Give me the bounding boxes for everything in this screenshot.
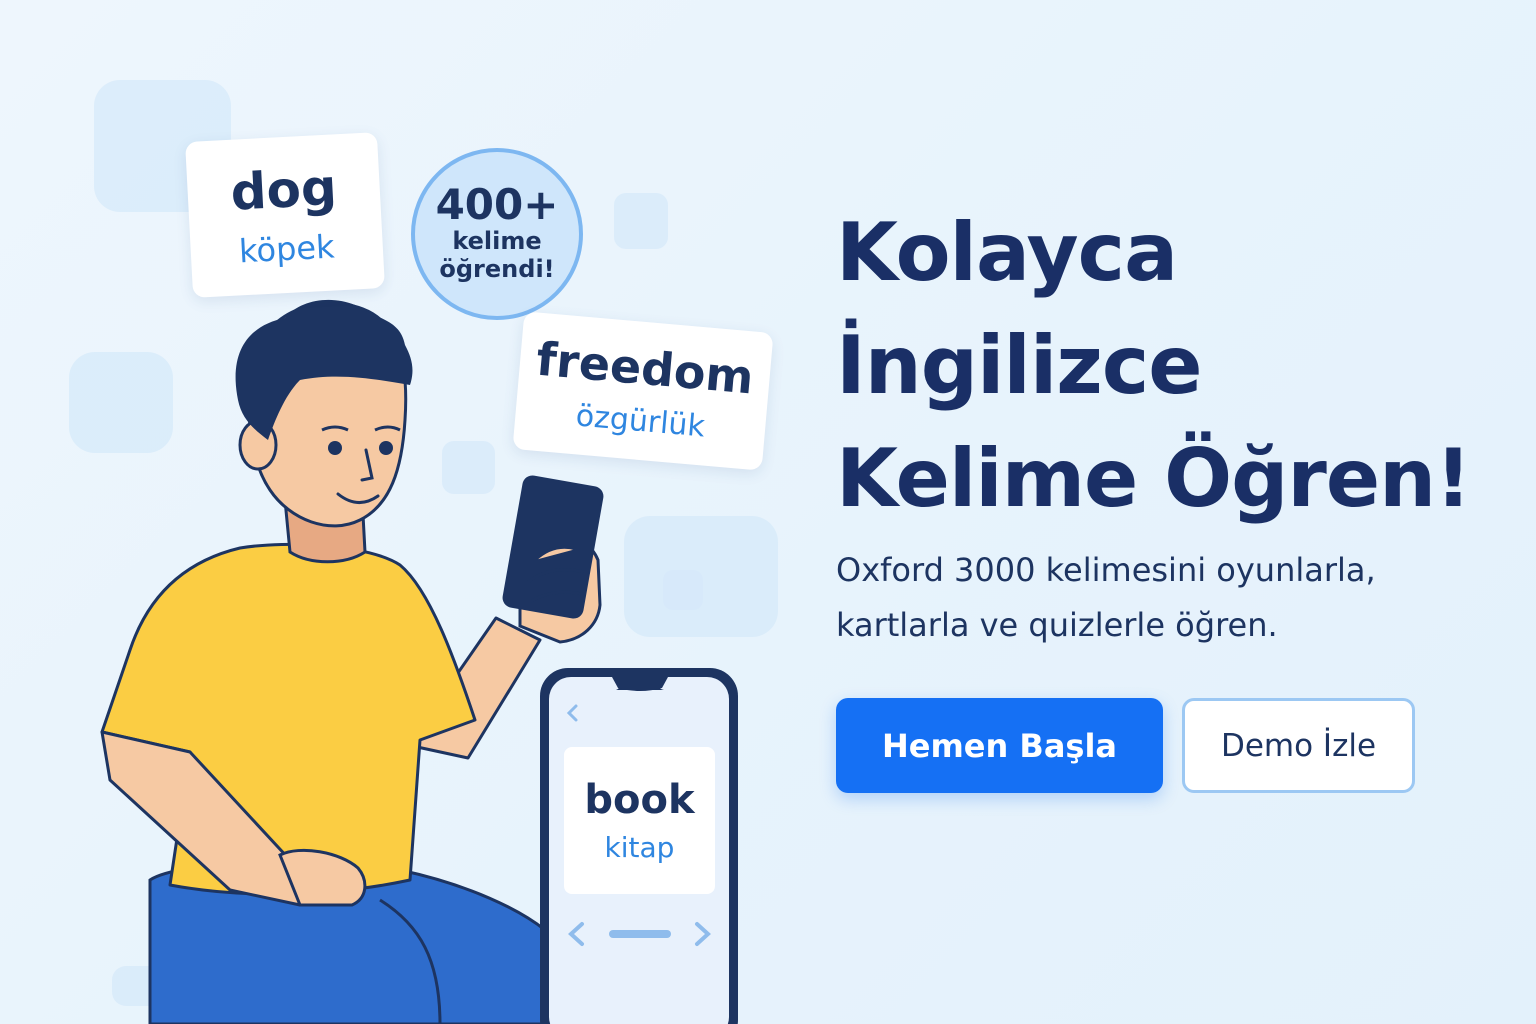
flashcard-dog: dog köpek <box>185 132 385 298</box>
right-eye <box>379 441 393 455</box>
subtitle-line: Oxford 3000 kelimesini oyunlarla, <box>836 551 1376 589</box>
badge-count: 400+ <box>435 180 559 230</box>
flashcard-word: dog <box>229 158 339 222</box>
headline-line: Kolayca <box>836 206 1178 299</box>
flashcard-freedom: freedom özgürlük <box>512 311 774 471</box>
hero-subtitle: Oxford 3000 kelimesini oyunlarla, kartla… <box>836 543 1376 653</box>
progress-badge: 400+ kelime öğrendi! <box>411 148 583 320</box>
headline-line: İngilizce <box>836 319 1202 412</box>
hero-headline: Kolayca İngilizce Kelime Öğren! <box>836 196 1472 535</box>
phone-flashcard-word: book <box>584 776 695 823</box>
phone-flashcard-translation: kitap <box>604 830 675 864</box>
left-eye <box>328 441 342 455</box>
shirt <box>100 542 477 896</box>
subtitle-line: kartlarla ve quizlerle öğren. <box>836 606 1278 644</box>
watch-demo-button[interactable]: Demo İzle <box>1182 698 1415 793</box>
phone-flashcard[interactable]: book kitap <box>564 747 715 894</box>
flashcard-translation: özgürlük <box>574 398 707 445</box>
start-now-button[interactable]: Hemen Başla <box>836 698 1163 793</box>
flashcard-translation: köpek <box>238 227 336 271</box>
headline-line: Kelime Öğren! <box>836 432 1472 525</box>
badge-line-2: öğrendi! <box>439 255 555 283</box>
slider-track <box>609 930 671 938</box>
badge-line-1: kelime <box>452 227 542 256</box>
flashcard-word: freedom <box>534 331 756 405</box>
